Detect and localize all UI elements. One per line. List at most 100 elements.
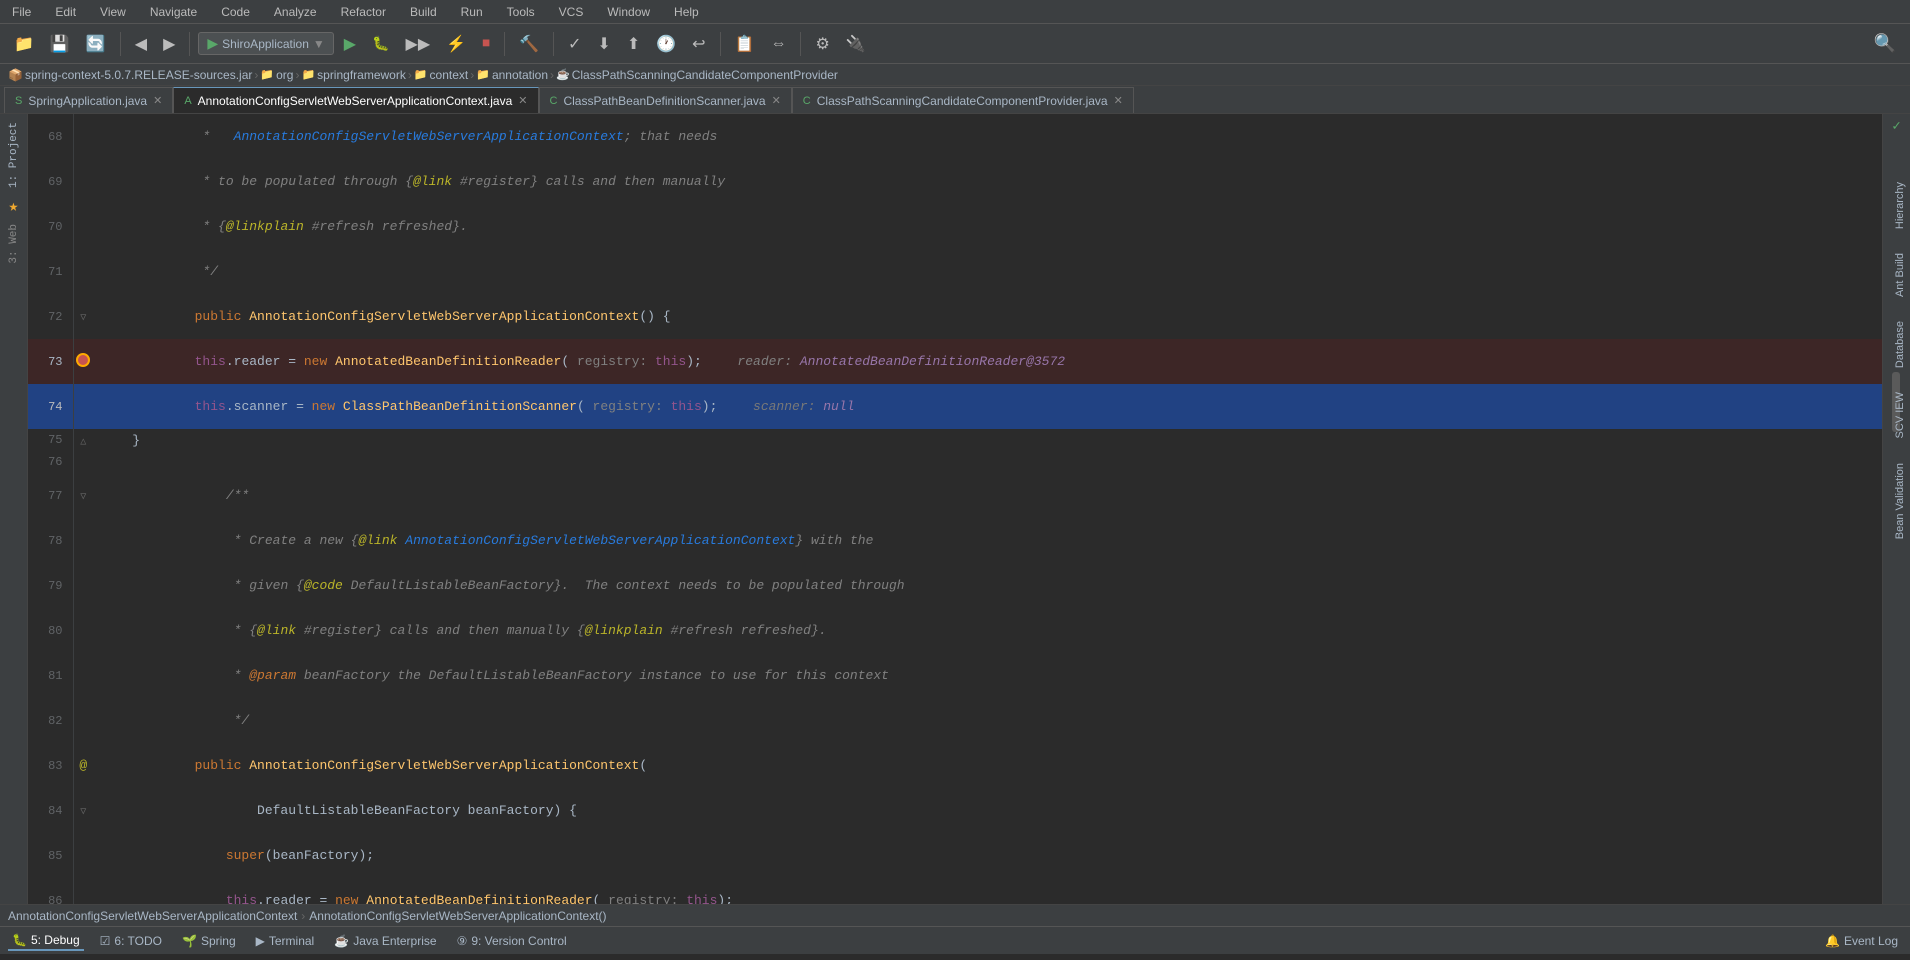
code-line-78[interactable]: * Create a new {@link AnnotationConfigSe…: [93, 518, 1882, 563]
sidebar-web-icon[interactable]: 3: Web: [2, 220, 26, 268]
menu-refactor[interactable]: Refactor: [337, 3, 390, 21]
tab-close-1[interactable]: ✕: [153, 94, 162, 107]
search-everywhere-button[interactable]: 🔍: [1868, 29, 1902, 58]
menu-view[interactable]: View: [96, 3, 130, 21]
menu-file[interactable]: File: [8, 3, 35, 21]
tab-classpath-provider[interactable]: C ClassPathScanningCandidateComponentPro…: [792, 87, 1134, 113]
run-config-selector[interactable]: ▶ ShiroApplication ▼: [198, 32, 333, 55]
code-line-72[interactable]: public AnnotationConfigServletWebServerA…: [93, 294, 1882, 339]
menu-vcs[interactable]: VCS: [555, 3, 588, 21]
code-line-74[interactable]: this.scanner = new ClassPathBeanDefiniti…: [93, 384, 1882, 429]
menu-code[interactable]: Code: [217, 3, 254, 21]
rollback-button[interactable]: ↩: [686, 30, 711, 58]
bc-springframework[interactable]: 📁 springframework: [301, 68, 405, 82]
menu-window[interactable]: Window: [603, 3, 654, 21]
menu-help[interactable]: Help: [670, 3, 703, 21]
plugins-button[interactable]: 🔌: [840, 30, 872, 58]
tab-classpath-scanner[interactable]: C ClassPathBeanDefinitionScanner.java ✕: [539, 87, 792, 113]
push-button[interactable]: ⬆: [621, 30, 646, 58]
save-all-button[interactable]: 💾: [44, 30, 76, 58]
menu-run[interactable]: Run: [457, 3, 487, 21]
tab-annotation-config[interactable]: A AnnotationConfigServletWebServerApplic…: [173, 87, 538, 113]
code-line-85[interactable]: super(beanFactory);: [93, 833, 1882, 878]
gutter-81: [73, 653, 93, 698]
update-button[interactable]: ⬇: [591, 30, 616, 58]
tab-scvview[interactable]: SCV IEW: [1890, 384, 1910, 446]
code-editor[interactable]: 68 * AnnotationConfigServletWebServerApp…: [28, 114, 1882, 904]
code-line-70[interactable]: * {@linkplain #refresh refreshed}.: [93, 204, 1882, 249]
annotate-button[interactable]: 📋: [729, 30, 761, 58]
forward-button[interactable]: ▶: [157, 30, 181, 58]
code-line-76[interactable]: [93, 451, 1882, 473]
code-line-71[interactable]: */: [93, 249, 1882, 294]
code-line-84[interactable]: DefaultListableBeanFactory beanFactory) …: [93, 788, 1882, 833]
tab-hierarchy[interactable]: Hierarchy: [1890, 174, 1910, 237]
menu-edit[interactable]: Edit: [51, 3, 80, 21]
tabs-bar: S SpringApplication.java ✕ A AnnotationC…: [0, 86, 1910, 114]
tab-version-control[interactable]: ⑨ 9: Version Control: [453, 932, 571, 950]
tab-event-log[interactable]: 🔔 Event Log: [1821, 932, 1902, 950]
menu-analyze[interactable]: Analyze: [270, 3, 321, 21]
fold-icon-75[interactable]: △: [80, 437, 86, 448]
tab-spring-application[interactable]: S SpringApplication.java ✕: [4, 87, 173, 113]
bottom-tabs-bar: 🐛 5: Debug ☑ 6: TODO 🌱 Spring ▶ Terminal…: [0, 926, 1910, 954]
code-line-69[interactable]: * to be populated through {@link #regist…: [93, 159, 1882, 204]
history-button[interactable]: 🕐: [650, 30, 682, 58]
sync-button[interactable]: 🔄: [80, 30, 112, 58]
tab-database[interactable]: Database: [1890, 313, 1910, 376]
tab-terminal[interactable]: ▶ Terminal: [252, 932, 319, 950]
code-line-80[interactable]: * {@link #register} calls and then manua…: [93, 608, 1882, 653]
compare-button[interactable]: ⇔: [764, 31, 792, 57]
fold-icon-84[interactable]: ▽: [80, 807, 86, 818]
code-line-83[interactable]: public AnnotationConfigServletWebServerA…: [93, 743, 1882, 788]
menu-tools[interactable]: Tools: [503, 3, 539, 21]
bc-annotation[interactable]: 📁 annotation: [476, 68, 548, 82]
code-line-82[interactable]: */: [93, 698, 1882, 743]
menu-navigate[interactable]: Navigate: [146, 3, 201, 21]
tab-ant-build[interactable]: Ant Build: [1890, 245, 1910, 305]
debug-button[interactable]: 🐛: [366, 31, 395, 56]
gutter-70: [73, 204, 93, 249]
code-line-73[interactable]: this.reader = new AnnotatedBeanDefinitio…: [93, 339, 1882, 384]
tab-debug[interactable]: 🐛 5: Debug: [8, 931, 84, 951]
code-line-86[interactable]: this.reader = new AnnotatedBeanDefinitio…: [93, 878, 1882, 904]
code-line-77[interactable]: /**: [93, 473, 1882, 518]
breakpoint-73[interactable]: [76, 353, 90, 367]
code-line-81[interactable]: * @param beanFactory the DefaultListable…: [93, 653, 1882, 698]
bc-class[interactable]: ☕ ClassPathScanningCandidateComponentPro…: [556, 68, 838, 82]
tab-close-4[interactable]: ✕: [1114, 94, 1123, 107]
bc-jar[interactable]: 📦 spring-context-5.0.7.RELEASE-sources.j…: [8, 68, 252, 82]
sidebar-project-icon[interactable]: 1: Project: [2, 118, 26, 192]
tab-icon-2: A: [184, 95, 191, 107]
tab-spring[interactable]: 🌱 Spring: [178, 932, 240, 950]
tab-java-enterprise[interactable]: ☕ Java Enterprise: [330, 932, 440, 950]
annotation-marker-83: @: [79, 758, 87, 773]
menu-build[interactable]: Build: [406, 3, 441, 21]
code-line-68[interactable]: * AnnotationConfigServletWebServerApplic…: [93, 114, 1882, 159]
build-button[interactable]: 🔨: [513, 30, 545, 58]
todo-tab-icon: ☑: [100, 934, 111, 948]
tab-close-2[interactable]: ✕: [518, 94, 527, 107]
bc-org[interactable]: 📁 org: [260, 68, 293, 82]
sidebar-favorites-icon[interactable]: ★: [2, 194, 26, 218]
tab-bean-validation[interactable]: Bean Validation: [1890, 455, 1910, 547]
settings-button[interactable]: ⚙: [809, 30, 835, 58]
code-line-79[interactable]: * given {@code DefaultListableBeanFactor…: [93, 563, 1882, 608]
fold-icon-72[interactable]: ▽: [80, 313, 86, 324]
tab-close-3[interactable]: ✕: [772, 94, 781, 107]
coverage-button[interactable]: ▶▶: [400, 30, 437, 58]
java-enterprise-label: Java Enterprise: [353, 934, 436, 948]
code-line-75[interactable]: }: [93, 429, 1882, 451]
checkin-button[interactable]: ✓: [562, 30, 587, 58]
stop-button[interactable]: ⏹: [476, 31, 496, 57]
fold-icon-77[interactable]: ▽: [80, 492, 86, 503]
tab-todo[interactable]: ☑ 6: TODO: [96, 932, 166, 950]
right-sidebar: ✓ Hierarchy Ant Build Database SCV IEW B…: [1882, 114, 1910, 904]
back-button[interactable]: ◀: [129, 30, 153, 58]
bc-context[interactable]: 📁 context: [414, 68, 468, 82]
open-button[interactable]: 📁: [8, 30, 40, 58]
profile-button[interactable]: ⚡: [440, 30, 472, 58]
tab-icon-3: C: [550, 95, 558, 107]
table-row: 85 super(beanFactory);: [28, 833, 1882, 878]
run-button[interactable]: ▶: [338, 30, 362, 58]
